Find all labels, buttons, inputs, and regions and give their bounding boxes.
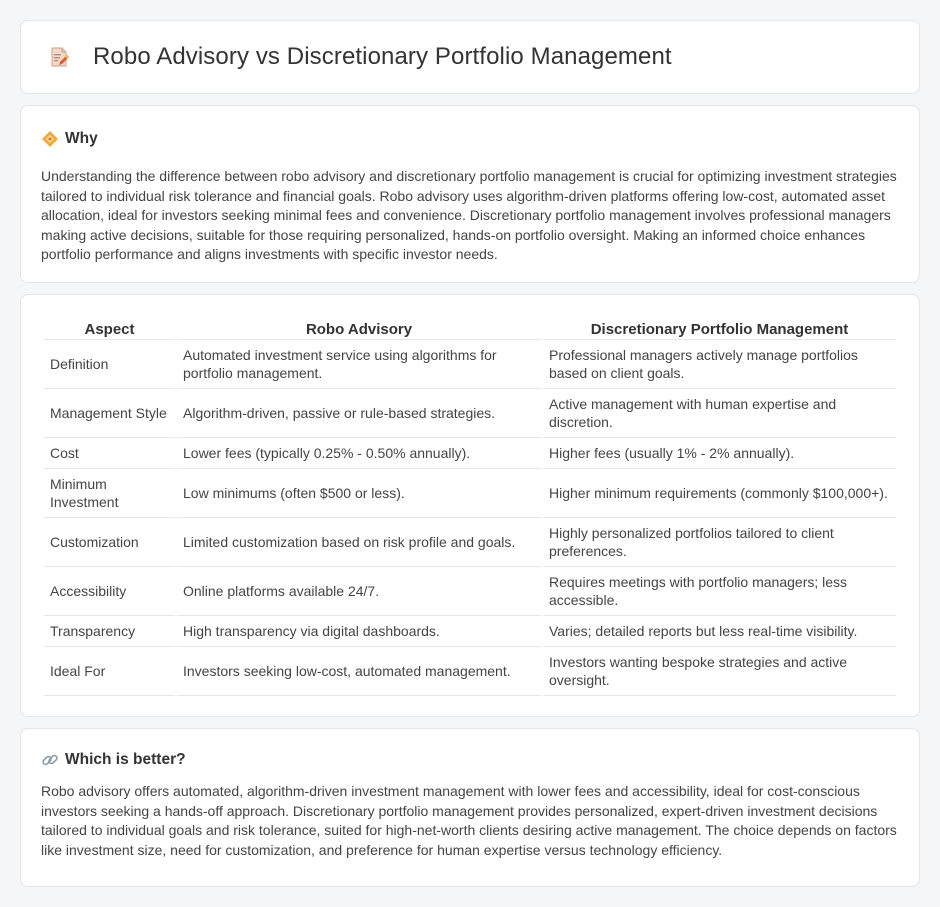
- discretionary-cell: Highly personalized portfolios tailored …: [543, 518, 896, 567]
- why-section: Why Understanding the difference between…: [20, 105, 920, 283]
- robo-cell: Low minimums (often $500 or less).: [177, 469, 541, 518]
- robo-cell: High transparency via digital dashboards…: [177, 616, 541, 647]
- aspect-cell: Cost: [44, 438, 175, 469]
- aspect-cell: Ideal For: [44, 647, 175, 696]
- aspect-cell: Customization: [44, 518, 175, 567]
- comparison-table: Aspect Robo Advisory Discretionary Portf…: [42, 316, 898, 696]
- table-row: Cost Lower fees (typically 0.25% - 0.50%…: [44, 438, 896, 469]
- discretionary-cell: Active management with human expertise a…: [543, 389, 896, 438]
- column-header: Robo Advisory: [177, 316, 541, 340]
- document-pencil-icon: [51, 47, 69, 67]
- column-header: Aspect: [44, 316, 175, 340]
- aspect-cell: Accessibility: [44, 567, 175, 616]
- better-title: Which is better?: [65, 751, 186, 768]
- discretionary-cell: Professional managers actively manage po…: [543, 340, 896, 389]
- table-header-row: Aspect Robo Advisory Discretionary Portf…: [44, 316, 896, 340]
- better-heading: Which is better?: [41, 751, 899, 769]
- table-row: Management Style Algorithm-driven, passi…: [44, 389, 896, 438]
- diamond-sparkle-icon: [42, 131, 58, 147]
- robo-cell: Automated investment service using algor…: [177, 340, 541, 389]
- table-row: Accessibility Online platforms available…: [44, 567, 896, 616]
- why-heading: Why: [41, 130, 899, 148]
- aspect-cell: Management Style: [44, 389, 175, 438]
- discretionary-cell: Investors wanting bespoke strategies and…: [543, 647, 896, 696]
- robo-cell: Investors seeking low-cost, automated ma…: [177, 647, 541, 696]
- aspect-cell: Definition: [44, 340, 175, 389]
- better-text: Robo advisory offers automated, algorith…: [41, 783, 897, 858]
- discretionary-cell: Requires meetings with portfolio manager…: [543, 567, 896, 616]
- table-row: Definition Automated investment service …: [44, 340, 896, 389]
- table-row: Customization Limited customization base…: [44, 518, 896, 567]
- discretionary-cell: Varies; detailed reports but less real-t…: [543, 616, 896, 647]
- link-icon: [42, 754, 58, 766]
- table-row: Minimum Investment Low minimums (often $…: [44, 469, 896, 518]
- page-title: Robo Advisory vs Discretionary Portfolio…: [93, 43, 672, 70]
- robo-cell: Limited customization based on risk prof…: [177, 518, 541, 567]
- discretionary-cell: Higher fees (usually 1% - 2% annually).: [543, 438, 896, 469]
- robo-cell: Algorithm-driven, passive or rule-based …: [177, 389, 541, 438]
- table-row: Ideal For Investors seeking low-cost, au…: [44, 647, 896, 696]
- discretionary-cell: Higher minimum requirements (commonly $1…: [543, 469, 896, 518]
- aspect-cell: Transparency: [44, 616, 175, 647]
- robo-cell: Online platforms available 24/7.: [177, 567, 541, 616]
- column-header: Discretionary Portfolio Management: [543, 316, 896, 340]
- why-text: Understanding the difference between rob…: [41, 168, 897, 263]
- aspect-cell: Minimum Investment: [44, 469, 175, 518]
- comparison-table-card: Aspect Robo Advisory Discretionary Portf…: [20, 294, 920, 717]
- which-is-better-section: Which is better? Robo advisory offers au…: [20, 728, 920, 887]
- robo-cell: Lower fees (typically 0.25% - 0.50% annu…: [177, 438, 541, 469]
- why-title: Why: [65, 130, 98, 147]
- table-row: Transparency High transparency via digit…: [44, 616, 896, 647]
- header-card: Robo Advisory vs Discretionary Portfolio…: [20, 20, 920, 94]
